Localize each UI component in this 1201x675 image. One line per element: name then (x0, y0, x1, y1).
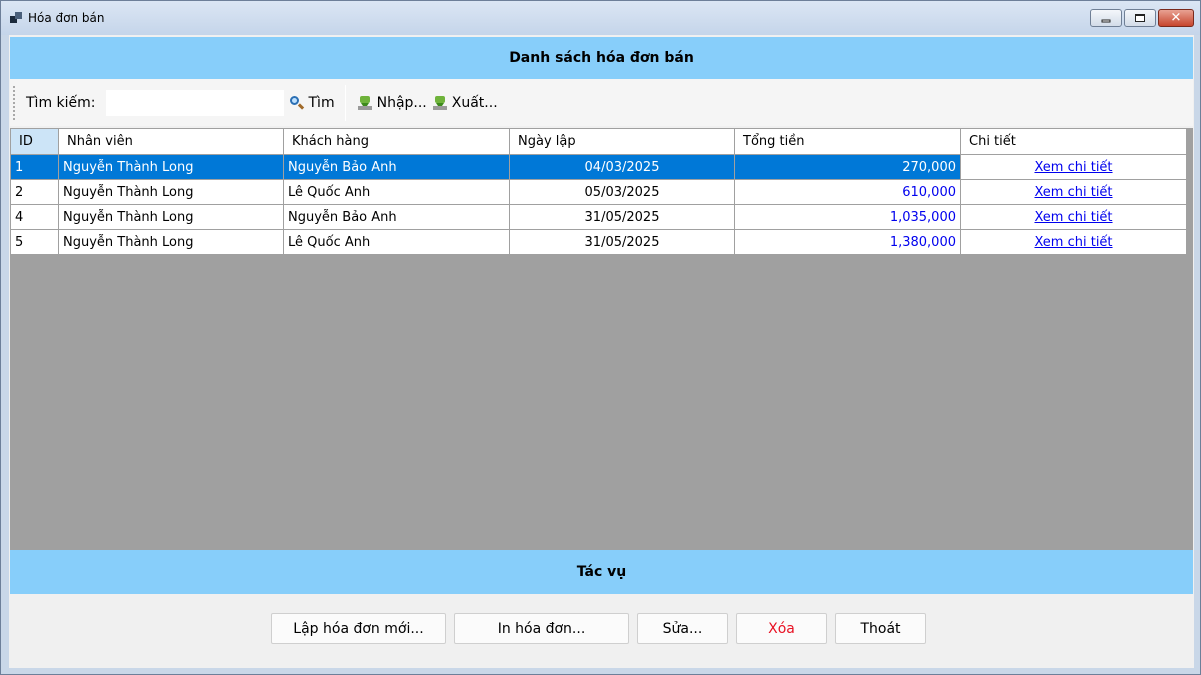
app-window: Hóa đơn bán ✕ Danh sách hóa đơn bán Tìm … (0, 0, 1201, 675)
delete-button[interactable]: Xóa (736, 613, 827, 644)
cell-detail: Xem chi tiết (960, 229, 1187, 255)
cell-employee[interactable]: Nguyễn Thành Long (58, 204, 284, 230)
print-invoice-button[interactable]: In hóa đơn... (454, 613, 629, 644)
table-row[interactable]: 4 Nguyễn Thành Long Nguyễn Bảo Anh 31/05… (10, 204, 1187, 230)
cell-detail: Xem chi tiết (960, 154, 1187, 180)
cell-employee[interactable]: Nguyễn Thành Long (58, 179, 284, 205)
search-input[interactable] (105, 89, 284, 116)
cell-customer[interactable]: Lê Quốc Anh (283, 229, 510, 255)
view-detail-link[interactable]: Xem chi tiết (1034, 185, 1112, 200)
view-detail-link[interactable]: Xem chi tiết (1034, 235, 1112, 250)
minimize-icon (1101, 19, 1111, 23)
cell-total[interactable]: 1,380,000 (734, 229, 961, 255)
import-icon (357, 95, 373, 111)
cell-date[interactable]: 31/05/2025 (509, 204, 735, 230)
invoice-grid[interactable]: ID Nhân viên Khách hàng Ngày lập Tổng ti… (10, 128, 1193, 550)
toolbar-separator (344, 84, 346, 121)
cell-id[interactable]: 1 (10, 154, 59, 180)
table-row[interactable]: 1 Nguyễn Thành Long Nguyễn Bảo Anh 04/03… (10, 154, 1187, 180)
export-button[interactable]: Xuất... (432, 95, 498, 111)
new-invoice-button[interactable]: Lập hóa đơn mới... (271, 613, 446, 644)
cell-employee[interactable]: Nguyễn Thành Long (58, 229, 284, 255)
actions-header-band: Tác vụ (10, 550, 1193, 594)
maximize-icon (1135, 14, 1145, 22)
toolbar: Tìm kiếm: Tìm Nhập... Xuất... (10, 79, 1193, 126)
edit-button[interactable]: Sửa... (637, 613, 728, 644)
cell-employee[interactable]: Nguyễn Thành Long (58, 154, 284, 180)
table-row[interactable]: 2 Nguyễn Thành Long Lê Quốc Anh 05/03/20… (10, 179, 1187, 205)
cell-id[interactable]: 5 (10, 229, 59, 255)
view-detail-link[interactable]: Xem chi tiết (1034, 210, 1112, 225)
view-detail-link[interactable]: Xem chi tiết (1034, 160, 1112, 175)
column-header-detail[interactable]: Chi tiết (960, 128, 1187, 155)
cell-customer[interactable]: Nguyễn Bảo Anh (283, 204, 510, 230)
import-label: Nhập... (376, 94, 427, 111)
list-header-band: Danh sách hóa đơn bán (10, 37, 1193, 79)
import-button[interactable]: Nhập... (357, 95, 427, 111)
form-client-area: Danh sách hóa đơn bán Tìm kiếm: Tìm Nhập… (9, 35, 1194, 668)
export-icon (432, 95, 448, 111)
cell-id[interactable]: 2 (10, 179, 59, 205)
exit-button[interactable]: Thoát (835, 613, 926, 644)
title-bar[interactable]: Hóa đơn bán ✕ (1, 1, 1200, 35)
cell-id[interactable]: 4 (10, 204, 59, 230)
cell-total[interactable]: 270,000 (734, 154, 961, 180)
app-icon (10, 12, 22, 24)
close-icon: ✕ (1170, 10, 1182, 26)
list-title: Danh sách hóa đơn bán (509, 50, 694, 66)
export-label: Xuất... (451, 94, 498, 111)
window-title: Hóa đơn bán (28, 11, 105, 25)
toolbar-grip[interactable] (13, 85, 16, 120)
cell-total[interactable]: 1,035,000 (734, 204, 961, 230)
column-header-total[interactable]: Tổng tiền (734, 128, 961, 155)
column-header-employee[interactable]: Nhân viên (58, 128, 284, 155)
find-button[interactable]: Tìm (289, 95, 335, 111)
minimize-button[interactable] (1090, 9, 1122, 27)
cell-date[interactable]: 31/05/2025 (509, 229, 735, 255)
actions-title: Tác vụ (576, 564, 627, 580)
cell-customer[interactable]: Nguyễn Bảo Anh (283, 154, 510, 180)
maximize-button[interactable] (1124, 9, 1156, 27)
close-button[interactable]: ✕ (1158, 9, 1194, 27)
find-label: Tìm (308, 94, 335, 111)
window-controls: ✕ (1090, 9, 1194, 27)
cell-total[interactable]: 610,000 (734, 179, 961, 205)
cell-detail: Xem chi tiết (960, 179, 1187, 205)
cell-detail: Xem chi tiết (960, 204, 1187, 230)
cell-date[interactable]: 04/03/2025 (509, 154, 735, 180)
table-header-row: ID Nhân viên Khách hàng Ngày lập Tổng ti… (10, 128, 1187, 155)
column-header-customer[interactable]: Khách hàng (283, 128, 510, 155)
search-icon (289, 95, 305, 111)
table-row[interactable]: 5 Nguyễn Thành Long Lê Quốc Anh 31/05/20… (10, 229, 1187, 255)
column-header-id[interactable]: ID (10, 128, 59, 155)
column-header-date[interactable]: Ngày lập (509, 128, 735, 155)
search-label: Tìm kiếm: (26, 94, 96, 111)
cell-date[interactable]: 05/03/2025 (509, 179, 735, 205)
cell-customer[interactable]: Lê Quốc Anh (283, 179, 510, 205)
invoice-table: ID Nhân viên Khách hàng Ngày lập Tổng ti… (10, 128, 1187, 255)
